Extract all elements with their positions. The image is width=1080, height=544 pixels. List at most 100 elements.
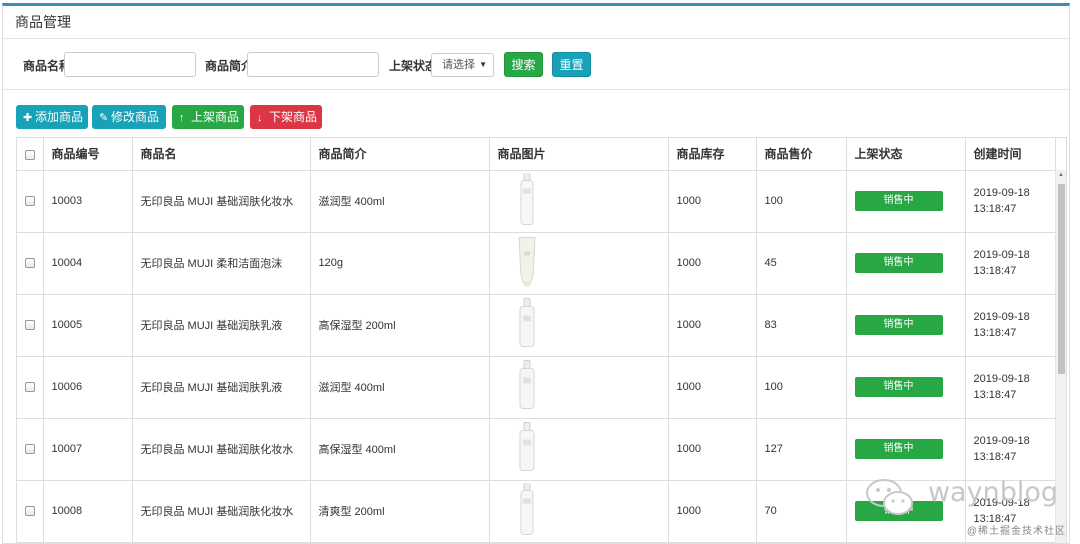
- search-form: 商品名称 商品简介 上架状态 请选择 ▼ 搜索 重置: [3, 40, 1069, 90]
- cell-created: 2019-09-18 13:18:47: [965, 418, 1056, 481]
- cell-intro: 滋润型 400ml: [310, 356, 490, 419]
- edit-product-button[interactable]: ✎ 修改商品: [92, 105, 166, 129]
- table-header-row: 商品编号 商品名 商品简介 商品图片 商品库存 商品售价 上架状态 创建时间: [17, 138, 1056, 171]
- table-row[interactable]: 10006 无印良品 MUJI 基础润肤乳液 滋润型 400ml 1000 100 销售中…: [17, 356, 1056, 419]
- add-product-button[interactable]: ✚ 添加商品: [16, 105, 88, 129]
- row-checkbox[interactable]: [17, 418, 44, 481]
- product-intro-input[interactable]: [247, 52, 379, 77]
- delist-product-button[interactable]: ↓ 下架商品: [250, 105, 322, 129]
- header-id[interactable]: 商品编号: [43, 138, 133, 171]
- product-image: [516, 483, 538, 539]
- status-label: 上架状态: [389, 59, 438, 73]
- cell-stock: 1000: [668, 356, 757, 419]
- search-button[interactable]: 搜索: [504, 52, 543, 77]
- cell-status: 销售中: [846, 418, 966, 481]
- row-checkbox[interactable]: [17, 232, 44, 295]
- wechat-icon: [866, 479, 913, 515]
- cell-price: 100: [756, 356, 847, 419]
- created-date: 2019-09-18: [973, 373, 1030, 385]
- header-created[interactable]: 创建时间: [965, 138, 1056, 171]
- arrow-up-icon: ↑: [179, 112, 185, 124]
- plus-icon: ✚: [23, 112, 33, 124]
- row-checkbox[interactable]: [17, 480, 44, 543]
- status-badge[interactable]: 销售中: [854, 191, 943, 211]
- header-intro[interactable]: 商品简介: [310, 138, 490, 171]
- cell-status: 销售中: [846, 232, 966, 295]
- caret-down-icon: ▼: [479, 60, 487, 69]
- cell-price: 100: [756, 170, 847, 233]
- header-price[interactable]: 商品售价: [756, 138, 847, 171]
- scroll-up-icon[interactable]: ▲: [1058, 172, 1064, 178]
- delist-product-label: 下架商品: [269, 110, 318, 124]
- product-image: [516, 236, 538, 291]
- cell-created: 2019-09-18 13:18:47: [965, 232, 1056, 295]
- header-status[interactable]: 上架状态: [846, 138, 966, 171]
- cell-name: 无印良品 MUJI 基础润肤化妆水: [132, 170, 311, 233]
- table-row[interactable]: 10005 无印良品 MUJI 基础润肤乳液 高保湿型 200ml 1000 83 销售中…: [17, 294, 1056, 357]
- product-image: [516, 422, 538, 477]
- status-select-value: 请选择: [442, 59, 475, 71]
- status-badge[interactable]: 销售中: [854, 439, 943, 459]
- header-stock[interactable]: 商品库存: [668, 138, 757, 171]
- cell-intro: 滋润型 400ml: [310, 170, 490, 233]
- product-image: [516, 298, 538, 353]
- cell-created: 2019-09-18 13:18:47: [965, 356, 1056, 419]
- edit-product-label: 修改商品: [111, 110, 160, 124]
- cell-image: [489, 232, 669, 295]
- cell-id: 10005: [43, 294, 133, 357]
- created-date: 2019-09-18: [973, 249, 1030, 261]
- cell-stock: 1000: [668, 232, 757, 295]
- cell-price: 83: [756, 294, 847, 357]
- cell-id: 10008: [43, 480, 133, 543]
- created-time: 13:18:47: [973, 203, 1017, 215]
- scrollbar-thumb[interactable]: [1058, 184, 1065, 374]
- created-time: 13:18:47: [973, 451, 1017, 463]
- created-time: 13:18:47: [973, 389, 1017, 401]
- status-select[interactable]: 请选择 ▼: [431, 53, 494, 77]
- product-name-input[interactable]: [64, 52, 196, 77]
- cell-price: 45: [756, 232, 847, 295]
- created-date: 2019-09-18: [973, 311, 1030, 323]
- page-title: 商品管理: [3, 6, 1069, 39]
- cell-name: 无印良品 MUJI 基础润肤乳液: [132, 294, 311, 357]
- header-name[interactable]: 商品名: [132, 138, 311, 171]
- cell-stock: 1000: [668, 480, 757, 543]
- table-row[interactable]: 10003 无印良品 MUJI 基础润肤化妆水 滋润型 400ml 1000 100 销售…: [17, 170, 1056, 233]
- select-all-checkbox[interactable]: [17, 138, 44, 171]
- product-image: [516, 173, 538, 229]
- cell-stock: 1000: [668, 418, 757, 481]
- cell-id: 10004: [43, 232, 133, 295]
- arrow-down-icon: ↓: [257, 112, 263, 124]
- cell-intro: 清爽型 200ml: [310, 480, 490, 543]
- product-management-panel: 商品管理 商品名称 商品简介 上架状态 请选择 ▼ 搜索 重置 ✚ 添加商品 ✎ 修…: [2, 3, 1070, 544]
- created-date: 2019-09-18: [973, 187, 1030, 199]
- created-date: 2019-09-18: [973, 435, 1030, 447]
- cell-name: 无印良品 MUJI 基础润肤乳液: [132, 356, 311, 419]
- cell-image: [489, 170, 669, 233]
- created-time: 13:18:47: [973, 327, 1017, 339]
- table-row[interactable]: 10007 无印良品 MUJI 基础润肤化妆水 高保湿型 400ml 1000 127 销…: [17, 418, 1056, 481]
- status-badge[interactable]: 销售中: [854, 377, 943, 397]
- cell-status: 销售中: [846, 294, 966, 357]
- list-product-button[interactable]: ↑ 上架商品: [172, 105, 244, 129]
- cell-price: 70: [756, 480, 847, 543]
- reset-button[interactable]: 重置: [552, 52, 591, 77]
- cell-image: [489, 480, 669, 543]
- add-product-label: 添加商品: [35, 110, 84, 124]
- cell-created: 2019-09-18 13:18:47: [965, 294, 1056, 357]
- row-checkbox[interactable]: [17, 170, 44, 233]
- status-badge[interactable]: 销售中: [854, 315, 943, 335]
- cell-status: 销售中: [846, 170, 966, 233]
- cell-image: [489, 294, 669, 357]
- table-row[interactable]: 10004 无印良品 MUJI 柔和洁面泡沫 120g 1000 45 销售中 2019-0…: [17, 232, 1056, 295]
- status-badge[interactable]: 销售中: [854, 253, 943, 273]
- cell-price: 127: [756, 418, 847, 481]
- cell-intro: 高保湿型 200ml: [310, 294, 490, 357]
- cell-name: 无印良品 MUJI 基础润肤化妆水: [132, 480, 311, 543]
- cell-image: [489, 356, 669, 419]
- row-checkbox[interactable]: [17, 294, 44, 357]
- created-time: 13:18:47: [973, 265, 1017, 277]
- cell-stock: 1000: [668, 170, 757, 233]
- header-image[interactable]: 商品图片: [489, 138, 669, 171]
- row-checkbox[interactable]: [17, 356, 44, 419]
